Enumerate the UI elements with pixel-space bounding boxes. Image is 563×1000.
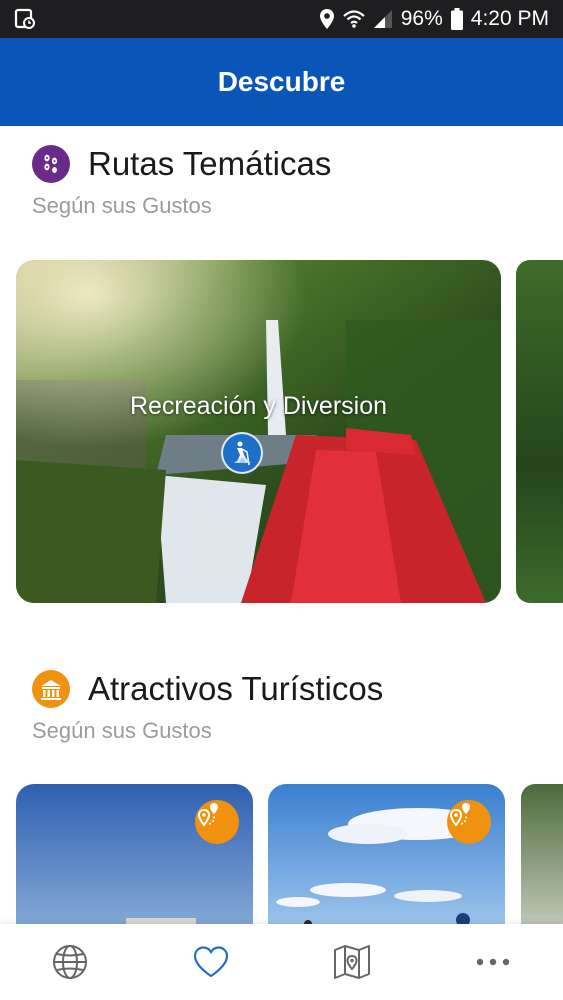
route-card-label: Recreación y Diversion	[129, 392, 388, 420]
clock: 4:20 PM	[470, 7, 549, 30]
map-pin-route-icon	[195, 800, 239, 844]
route-card-recreacion[interactable]: Recreación y Diversion	[16, 260, 501, 603]
page-title: Descubre	[217, 66, 346, 97]
more-icon	[476, 958, 510, 966]
nav-map-button[interactable]	[332, 942, 372, 982]
section-subtitle-attractions: Según sus Gustos	[32, 718, 212, 743]
hiker-icon	[221, 432, 263, 474]
footprints-icon	[32, 145, 70, 183]
attractions-section-header: Atractivos Turísticos	[32, 670, 383, 708]
location-icon	[319, 8, 335, 30]
building-icon	[32, 670, 70, 708]
section-title-attractions: Atractivos Turísticos	[88, 670, 384, 707]
battery-icon	[450, 8, 463, 30]
section-subtitle-routes: Según sus Gustos	[32, 193, 212, 218]
signal-icon	[373, 9, 393, 29]
attraction-card-1[interactable]	[16, 784, 253, 944]
bottom-nav	[0, 924, 563, 1000]
notification-icon	[14, 8, 36, 30]
nav-favorites-button[interactable]	[191, 942, 231, 982]
attraction-card-3[interactable]	[521, 784, 563, 944]
globe-icon	[53, 945, 87, 979]
routes-section-header: Rutas Temáticas	[32, 145, 331, 183]
nav-globe-button[interactable]	[50, 942, 90, 982]
heart-icon	[193, 946, 229, 978]
map-icon	[334, 945, 370, 979]
waterfall-image	[16, 260, 501, 603]
section-title-routes: Rutas Temáticas	[88, 145, 332, 182]
app-bar: Descubre	[0, 38, 563, 126]
battery-level: 96%	[400, 7, 443, 30]
route-card-next[interactable]	[516, 260, 563, 603]
nav-more-button[interactable]	[473, 942, 513, 982]
attraction-card-2[interactable]	[268, 784, 505, 944]
status-bar: 96% 4:20 PM	[0, 0, 563, 38]
map-pin-route-icon	[447, 800, 491, 844]
wifi-icon	[343, 9, 365, 29]
